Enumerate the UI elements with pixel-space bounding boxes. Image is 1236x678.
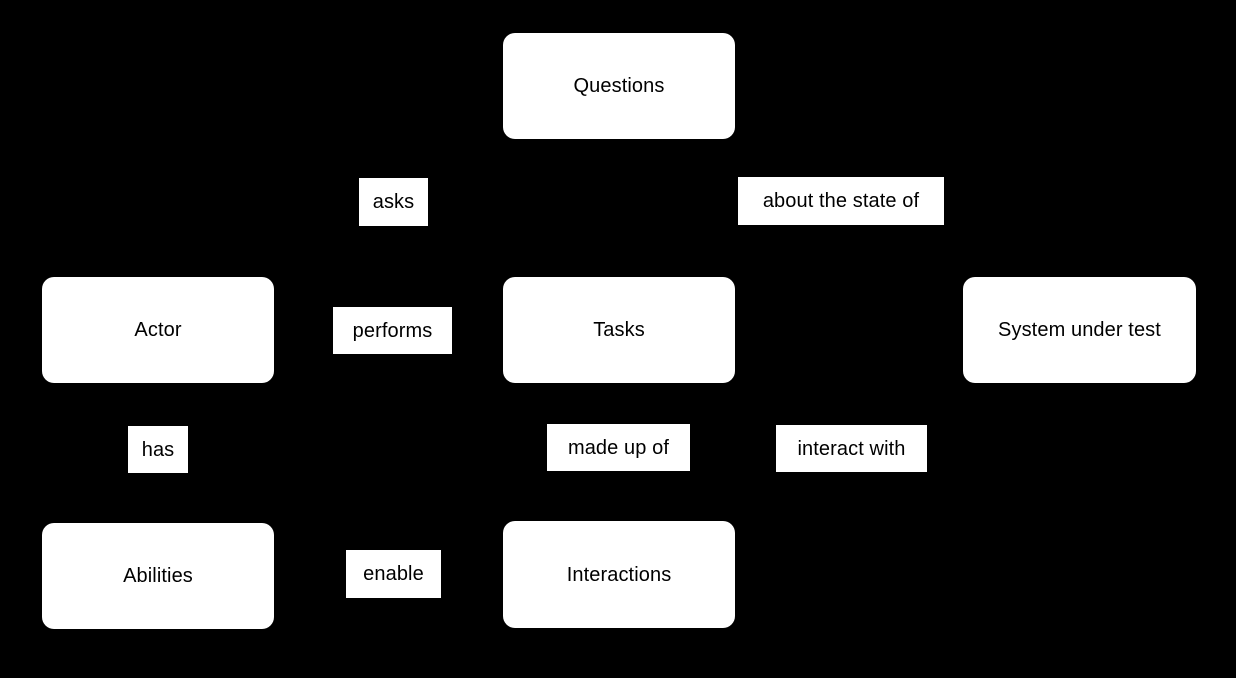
edge-label-text-about-the-state-of: about the state of xyxy=(762,190,920,212)
edge-label-text-interact-with: interact with xyxy=(797,437,906,460)
node-actor[interactable]: Actor xyxy=(42,277,274,383)
edge-label-asks: asks xyxy=(359,178,428,226)
diagram-canvas: Questions Actor Tasks System under test … xyxy=(0,0,1236,678)
node-tasks[interactable]: Tasks xyxy=(503,277,735,383)
connector-actor-to-questions xyxy=(157,139,504,277)
edge-label-made-up-of: made up of xyxy=(547,424,690,471)
node-abilities[interactable]: Abilities xyxy=(42,523,274,629)
edge-label-text-made-up-of: made up of xyxy=(567,436,670,459)
node-questions[interactable]: Questions xyxy=(503,33,735,139)
edge-label-interact-with: interact with xyxy=(776,425,927,472)
node-interactions[interactable]: Interactions xyxy=(503,521,735,628)
node-label-system-under-test: System under test xyxy=(998,319,1161,341)
edge-label-text-performs: performs xyxy=(352,319,433,342)
edge-label-performs: performs xyxy=(333,307,452,354)
node-label-interactions: Interactions xyxy=(566,563,672,586)
edge-label-about-the-state-of: about the state of xyxy=(738,177,944,225)
node-system-under-test[interactable]: System under test xyxy=(963,277,1196,383)
edge-label-text-asks: asks xyxy=(372,191,415,213)
edge-label-text-enable: enable xyxy=(363,563,424,585)
node-label-tasks: Tasks xyxy=(593,319,645,341)
edge-label-enable: enable xyxy=(346,550,441,598)
node-label-questions: Questions xyxy=(573,75,665,97)
node-label-abilities: Abilities xyxy=(123,565,193,587)
edge-label-text-has: has xyxy=(141,438,175,461)
node-label-actor: Actor xyxy=(134,319,182,341)
edge-label-has: has xyxy=(128,426,188,473)
